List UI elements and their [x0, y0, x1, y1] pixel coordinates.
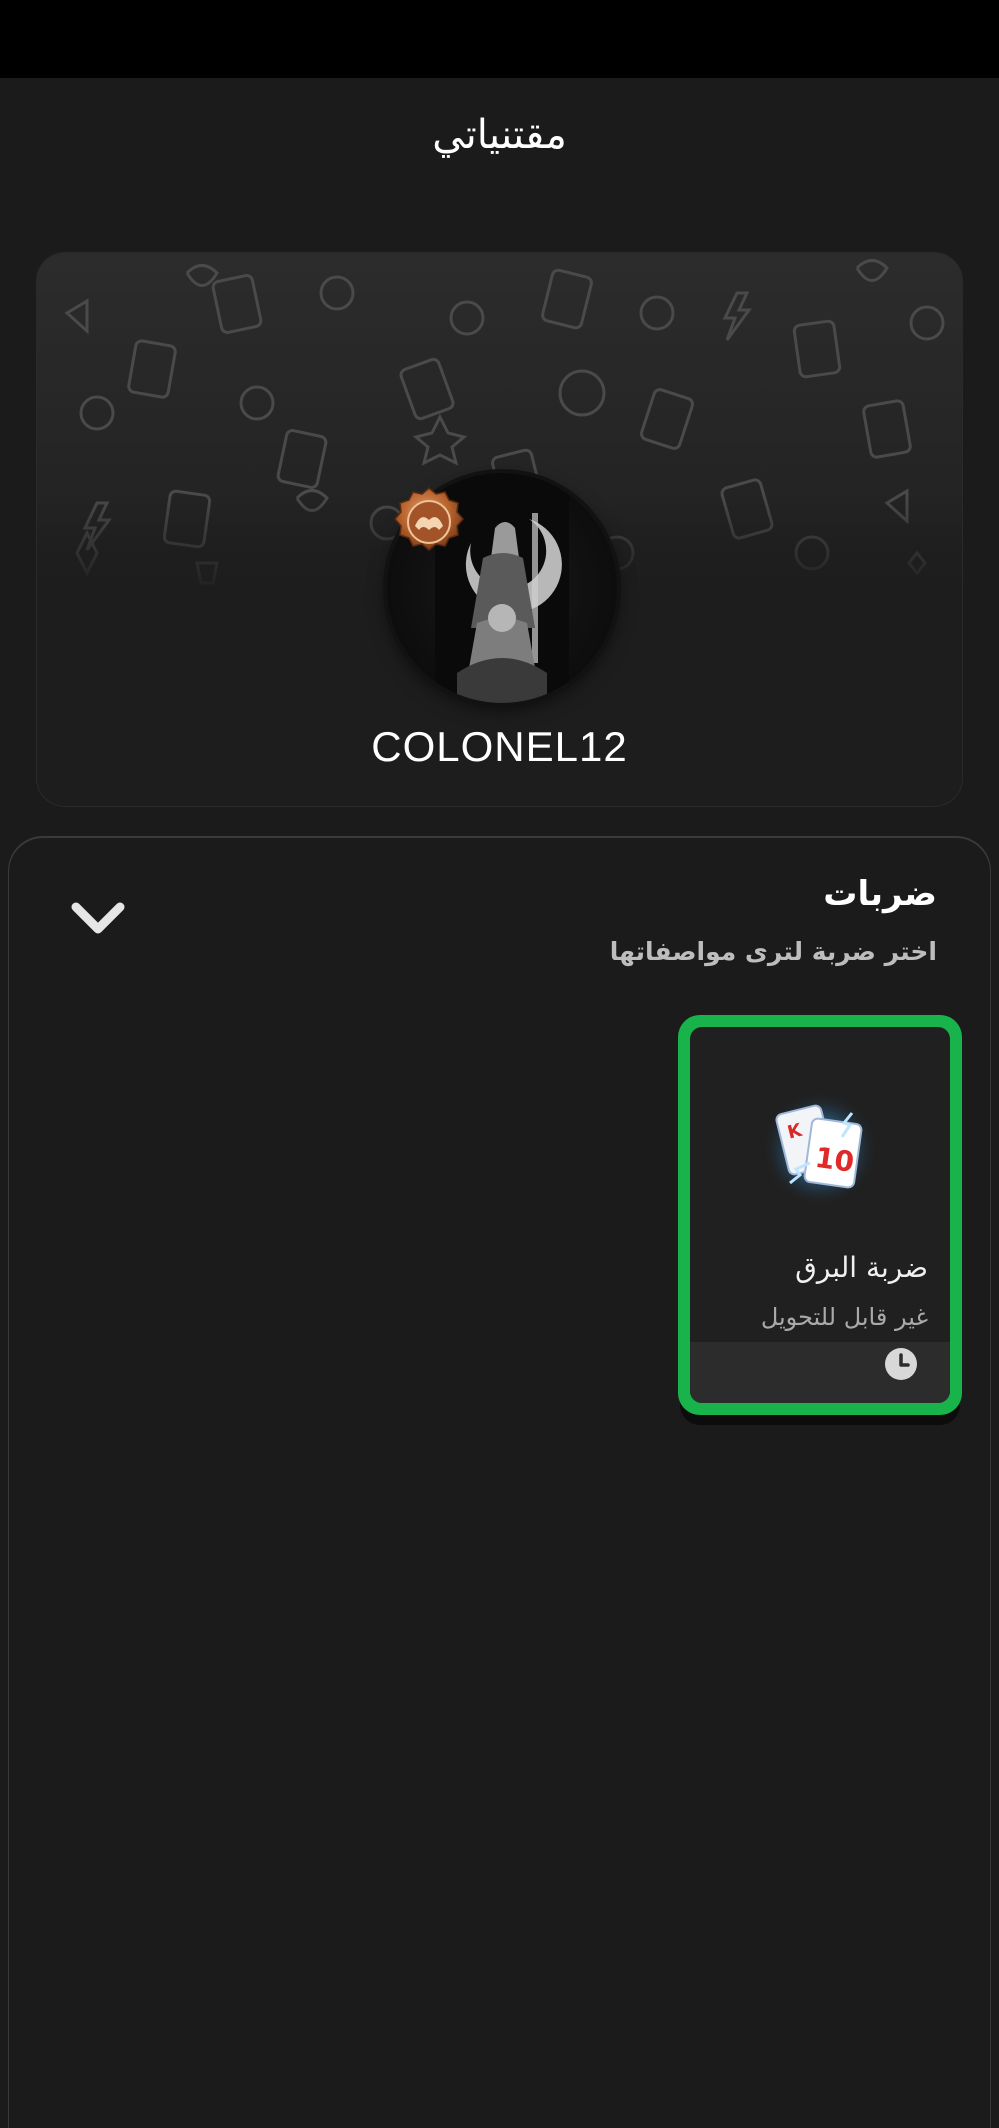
- status-bar: [0, 0, 999, 78]
- strike-item-name: ضربة البرق: [795, 1251, 928, 1284]
- strike-item-card[interactable]: K 10 ضربة البرق غير قابل للتحويل: [678, 1015, 962, 1415]
- lightning-cards-icon: K 10: [760, 1087, 880, 1207]
- section-subtitle: اختر ضربة لترى مواصفاتها: [609, 937, 937, 966]
- clock-icon[interactable]: [884, 1347, 918, 1381]
- page-title: مقتنياتي: [432, 112, 567, 158]
- svg-text:10: 10: [813, 1141, 856, 1179]
- profile-card: COLONEL12: [37, 253, 962, 806]
- strike-item-status: غير قابل للتحويل: [760, 1303, 928, 1331]
- username: COLONEL12: [371, 723, 628, 770]
- chevron-down-icon: [71, 902, 125, 934]
- collapse-button[interactable]: [70, 895, 126, 943]
- badge-icon: [393, 486, 465, 558]
- section-title: ضربات: [823, 874, 937, 914]
